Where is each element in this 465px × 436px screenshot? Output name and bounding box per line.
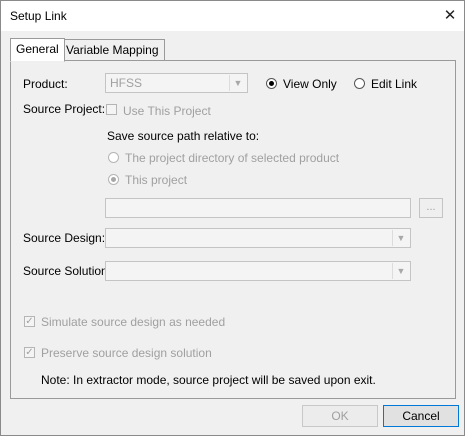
tab-variable-mapping[interactable]: Variable Mapping bbox=[60, 39, 165, 62]
source-project-label: Source Project: bbox=[23, 102, 106, 116]
save-path-label: Save source path relative to: bbox=[107, 129, 260, 143]
general-panel: Product: HFSS ▼ View Only Edit Link Sour… bbox=[10, 60, 456, 399]
product-directory-radio[interactable] bbox=[108, 152, 119, 163]
simulate-label: Simulate source design as needed bbox=[41, 315, 226, 329]
cancel-button[interactable]: Cancel bbox=[383, 405, 459, 427]
view-only-label: View Only bbox=[283, 77, 337, 91]
this-project-label: This project bbox=[125, 173, 188, 187]
product-directory-label: The project directory of selected produc… bbox=[125, 151, 340, 165]
this-project-radio[interactable] bbox=[108, 174, 119, 185]
product-select[interactable]: HFSS ▼ bbox=[105, 73, 248, 93]
product-label: Product: bbox=[23, 77, 68, 91]
source-solution-select[interactable]: ▼ bbox=[105, 261, 411, 281]
extractor-note: Note: In extractor mode, source project … bbox=[41, 373, 376, 387]
product-value: HFSS bbox=[110, 76, 143, 90]
chevron-down-icon: ▼ bbox=[229, 75, 246, 91]
window-title: Setup Link bbox=[10, 9, 67, 23]
simulate-checkbox[interactable]: ✓ bbox=[24, 316, 35, 327]
edit-link-radio[interactable] bbox=[354, 78, 365, 89]
preserve-label: Preserve source design solution bbox=[41, 346, 212, 360]
view-only-radio[interactable] bbox=[266, 78, 277, 89]
chevron-down-icon: ▼ bbox=[392, 263, 409, 279]
preserve-checkbox[interactable]: ✓ bbox=[24, 347, 35, 358]
title-bar: Setup Link ✕ bbox=[1, 1, 464, 31]
edit-link-label: Edit Link bbox=[371, 77, 418, 91]
use-this-project-label: Use This Project bbox=[123, 104, 211, 118]
tab-general[interactable]: General bbox=[10, 38, 65, 62]
source-path-input[interactable] bbox=[105, 198, 411, 218]
close-icon[interactable]: ✕ bbox=[438, 4, 462, 28]
use-this-project-checkbox[interactable] bbox=[106, 104, 117, 115]
browse-button[interactable]: ... bbox=[419, 198, 443, 218]
chevron-down-icon: ▼ bbox=[392, 230, 409, 246]
source-design-label: Source Design: bbox=[23, 231, 106, 245]
ok-button[interactable]: OK bbox=[302, 405, 378, 427]
source-design-select[interactable]: ▼ bbox=[105, 228, 411, 248]
setup-link-dialog: Setup Link ✕ General Variable Mapping Pr… bbox=[0, 0, 465, 436]
source-solution-label: Source Solution: bbox=[23, 264, 112, 278]
